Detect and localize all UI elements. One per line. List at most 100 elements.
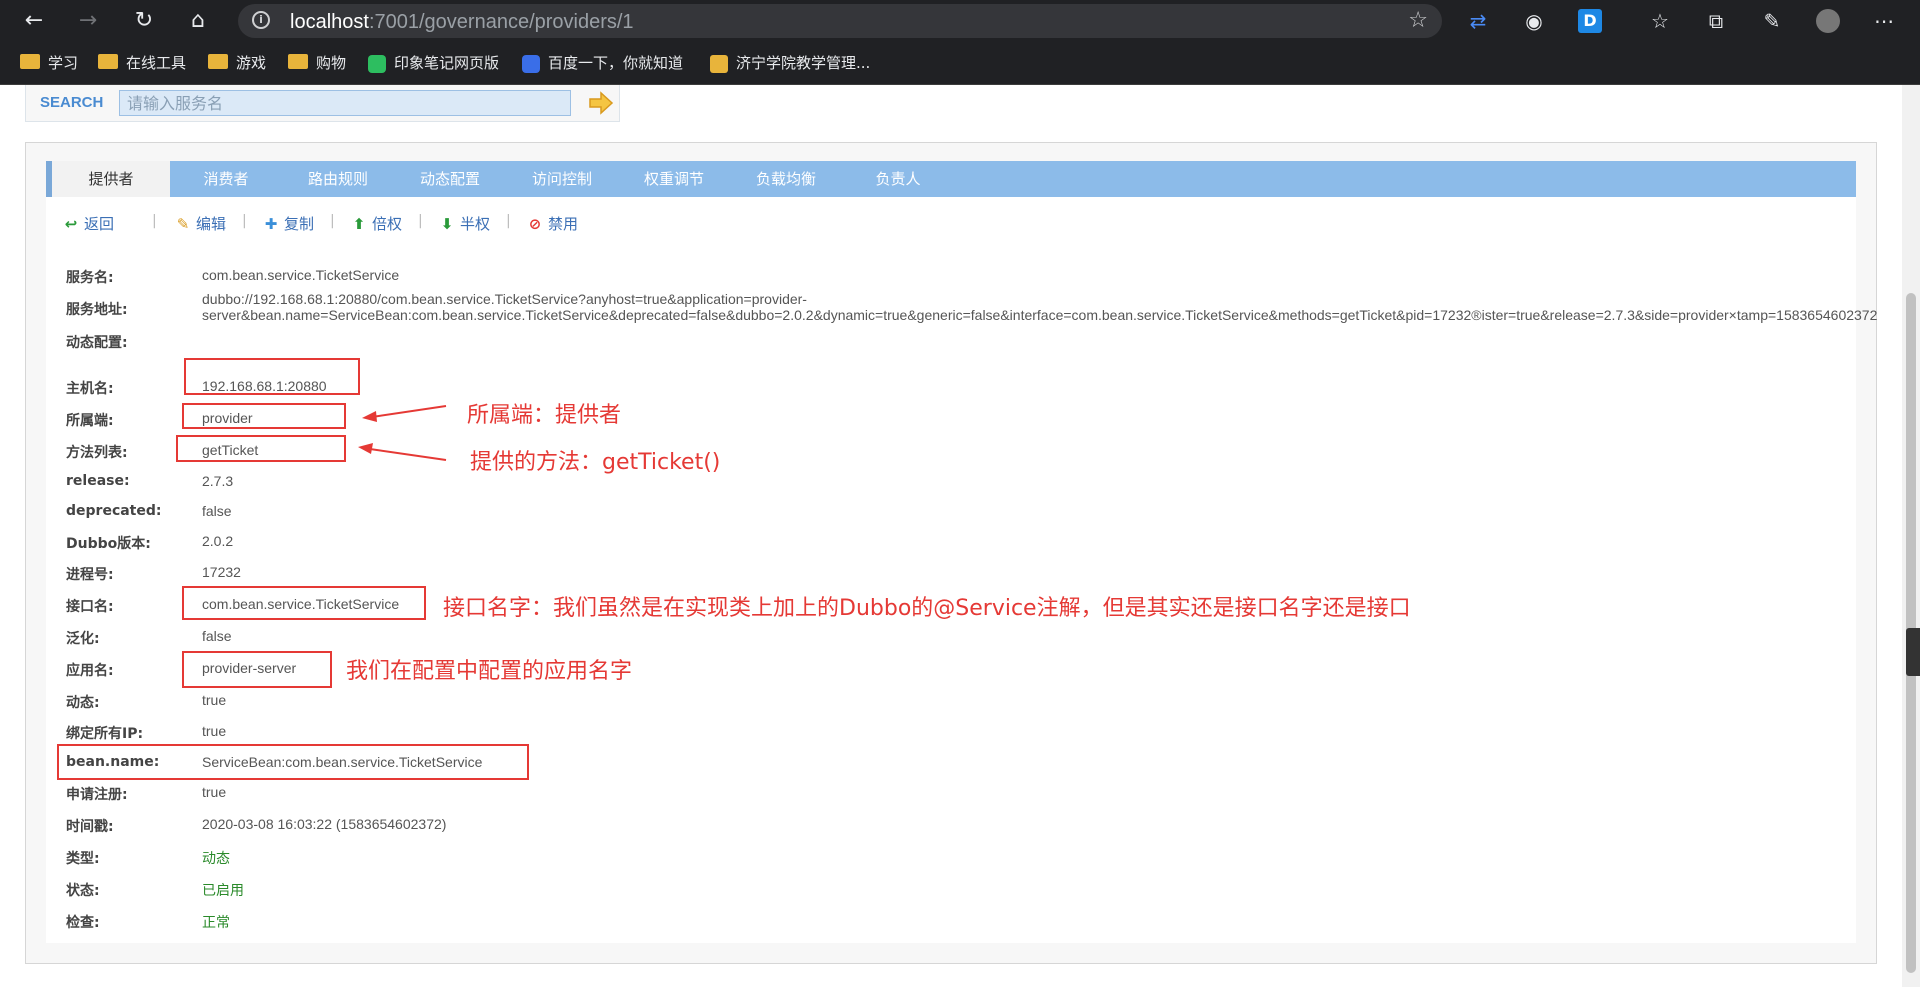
label-service-url: 服务地址:: [66, 302, 128, 318]
label-status: 状态:: [66, 883, 100, 899]
bookmark-online-tools[interactable]: 在线工具: [98, 51, 186, 75]
value-register: true: [202, 784, 227, 800]
label-register: 申请注册:: [66, 787, 128, 803]
annotation-box-interface: [182, 586, 426, 620]
collections-icon[interactable]: ⧉: [1704, 9, 1728, 33]
disable-button[interactable]: ⊘ 禁用: [528, 213, 578, 234]
side-panel-handle[interactable]: [1906, 628, 1920, 676]
tab-overrides[interactable]: 动态配置: [394, 161, 506, 197]
separator: |: [506, 213, 511, 229]
bookmark-shopping[interactable]: 购物: [288, 51, 346, 75]
profile-avatar[interactable]: [1816, 9, 1840, 33]
value-type: 动态: [202, 851, 230, 867]
return-arrow-icon: ↩: [64, 215, 78, 233]
value-dynamic: true: [202, 692, 227, 708]
forbidden-icon: ⊘: [528, 215, 542, 233]
extension-d-icon[interactable]: D: [1578, 9, 1602, 33]
favorites-icon[interactable]: ☆: [1648, 9, 1672, 33]
url-text[interactable]: localhost:7001/governance/providers/1: [290, 11, 634, 34]
tab-loadbalance[interactable]: 负载均衡: [730, 161, 842, 197]
forward-arrow-icon[interactable]: →: [72, 6, 104, 36]
annotation-box-host: [184, 358, 360, 395]
extension-circle-icon[interactable]: ◉: [1522, 9, 1546, 33]
site-info-icon[interactable]: i: [252, 11, 270, 29]
annotation-interface: 接口名字：我们虽然是在实现类上加上的Dubbo的@Service注解，但是其实还…: [443, 596, 1411, 621]
annotation-arrow-method-icon: [358, 443, 447, 461]
copy-button[interactable]: ✚ 复制: [264, 213, 314, 234]
bookmark-games[interactable]: 游戏: [208, 51, 266, 75]
page-scrollbar[interactable]: [1902, 85, 1920, 987]
label-check: 检查:: [66, 915, 100, 931]
back-button[interactable]: ↩ 返回: [64, 213, 114, 234]
label-timestamp: 时间戳:: [66, 819, 114, 835]
tab-owners[interactable]: 负责人: [842, 161, 954, 197]
half-weight-button[interactable]: ⬇ 半权: [440, 213, 490, 234]
home-icon[interactable]: ⌂: [182, 6, 214, 36]
label-service: 服务名:: [66, 270, 114, 286]
label-anyhost: 绑定所有IP:: [66, 726, 144, 742]
folder-icon: [98, 54, 118, 69]
bookmark-study[interactable]: 学习: [20, 51, 78, 75]
tab-weights[interactable]: 权重调节: [618, 161, 730, 197]
double-weight-button[interactable]: ⬆ 倍权: [352, 213, 402, 234]
address-bar[interactable]: i localhost:7001/governance/providers/1 …: [238, 4, 1442, 38]
folder-icon: [288, 54, 308, 69]
value-release: 2.7.3: [202, 473, 234, 489]
url-host: localhost: [290, 11, 369, 33]
provider-detail-container: 提供者 消费者 路由规则 动态配置 访问控制 权重调节 负载均衡 负责人 ↩ 返回…: [46, 161, 1878, 943]
bookmark-baidu[interactable]: 百度一下，你就知道: [522, 51, 683, 75]
label-overrides: 动态配置:: [66, 335, 128, 351]
value-service-url: dubbo://192.168.68.1:20880/com.bean.serv…: [202, 291, 1878, 323]
tab-routes[interactable]: 路由规则: [282, 161, 394, 197]
label-interface: 接口名:: [66, 599, 114, 615]
pencil-icon: ✎: [176, 215, 190, 233]
annotation-method: 提供的方法：getTicket(): [470, 450, 721, 475]
url-path: :7001/governance/providers/1: [368, 11, 634, 33]
annotation-side: 所属端：提供者: [467, 403, 622, 428]
tab-providers[interactable]: 提供者: [46, 161, 170, 197]
edit-button[interactable]: ✎ 编辑: [176, 213, 226, 234]
separator: |: [242, 213, 247, 229]
annotation-box-side: [182, 403, 346, 429]
value-anyhost: true: [202, 723, 227, 739]
annotation-box-bean-name: [57, 744, 529, 780]
label-release: release:: [66, 473, 130, 489]
value-timestamp: 2020-03-08 16:03:22 (1583654602372): [202, 816, 447, 832]
tab-consumers[interactable]: 消费者: [170, 161, 282, 197]
bookmark-jining[interactable]: 济宁学院教学管理...: [710, 51, 870, 75]
value-service: com.bean.service.TicketService: [202, 267, 400, 283]
baidu-paw-icon: [522, 54, 540, 73]
provider-panel: 提供者 消费者 路由规则 动态配置 访问控制 权重调节 负载均衡 负责人 ↩ 返回…: [25, 142, 1877, 964]
bookmark-evernote[interactable]: 印象笔记网页版: [368, 51, 499, 75]
folder-icon: [20, 54, 40, 69]
label-side: 所属端:: [66, 413, 114, 429]
browser-toolbar: ← → ↻ ⌂ i localhost:7001/governance/prov…: [0, 0, 1920, 42]
value-pid: 17232: [202, 564, 241, 580]
extension-sync-icon[interactable]: ⇄: [1466, 9, 1490, 33]
feedback-icon[interactable]: ✎: [1760, 9, 1784, 33]
reload-icon[interactable]: ↻: [128, 6, 160, 36]
annotation-box-methods: [176, 435, 346, 462]
label-type: 类型:: [66, 851, 100, 867]
value-check: 正常: [202, 915, 230, 931]
label-host: 主机名:: [66, 381, 114, 397]
label-pid: 进程号:: [66, 567, 114, 583]
label-deprecated: deprecated:: [66, 503, 162, 519]
label-application: 应用名:: [66, 663, 114, 679]
folder-icon: [208, 54, 228, 69]
search-go-arrow-icon[interactable]: [588, 91, 614, 115]
label-generic: 泛化:: [66, 631, 100, 647]
value-generic: false: [202, 628, 232, 644]
tab-access[interactable]: 访问控制: [506, 161, 618, 197]
favorite-star-icon[interactable]: ☆: [1408, 8, 1428, 33]
plus-icon: ✚: [264, 215, 278, 233]
annotation-app: 我们在配置中配置的应用名字: [346, 659, 633, 684]
search-bar: SEARCH: [25, 85, 620, 122]
search-label: SEARCH: [40, 94, 104, 111]
down-arrow-icon: ⬇: [440, 215, 454, 233]
value-deprecated: false: [202, 503, 232, 519]
back-arrow-icon[interactable]: ←: [18, 6, 50, 36]
annotation-box-application: [182, 651, 332, 688]
more-menu-icon[interactable]: ⋯: [1872, 9, 1896, 33]
service-search-input[interactable]: [119, 90, 571, 116]
